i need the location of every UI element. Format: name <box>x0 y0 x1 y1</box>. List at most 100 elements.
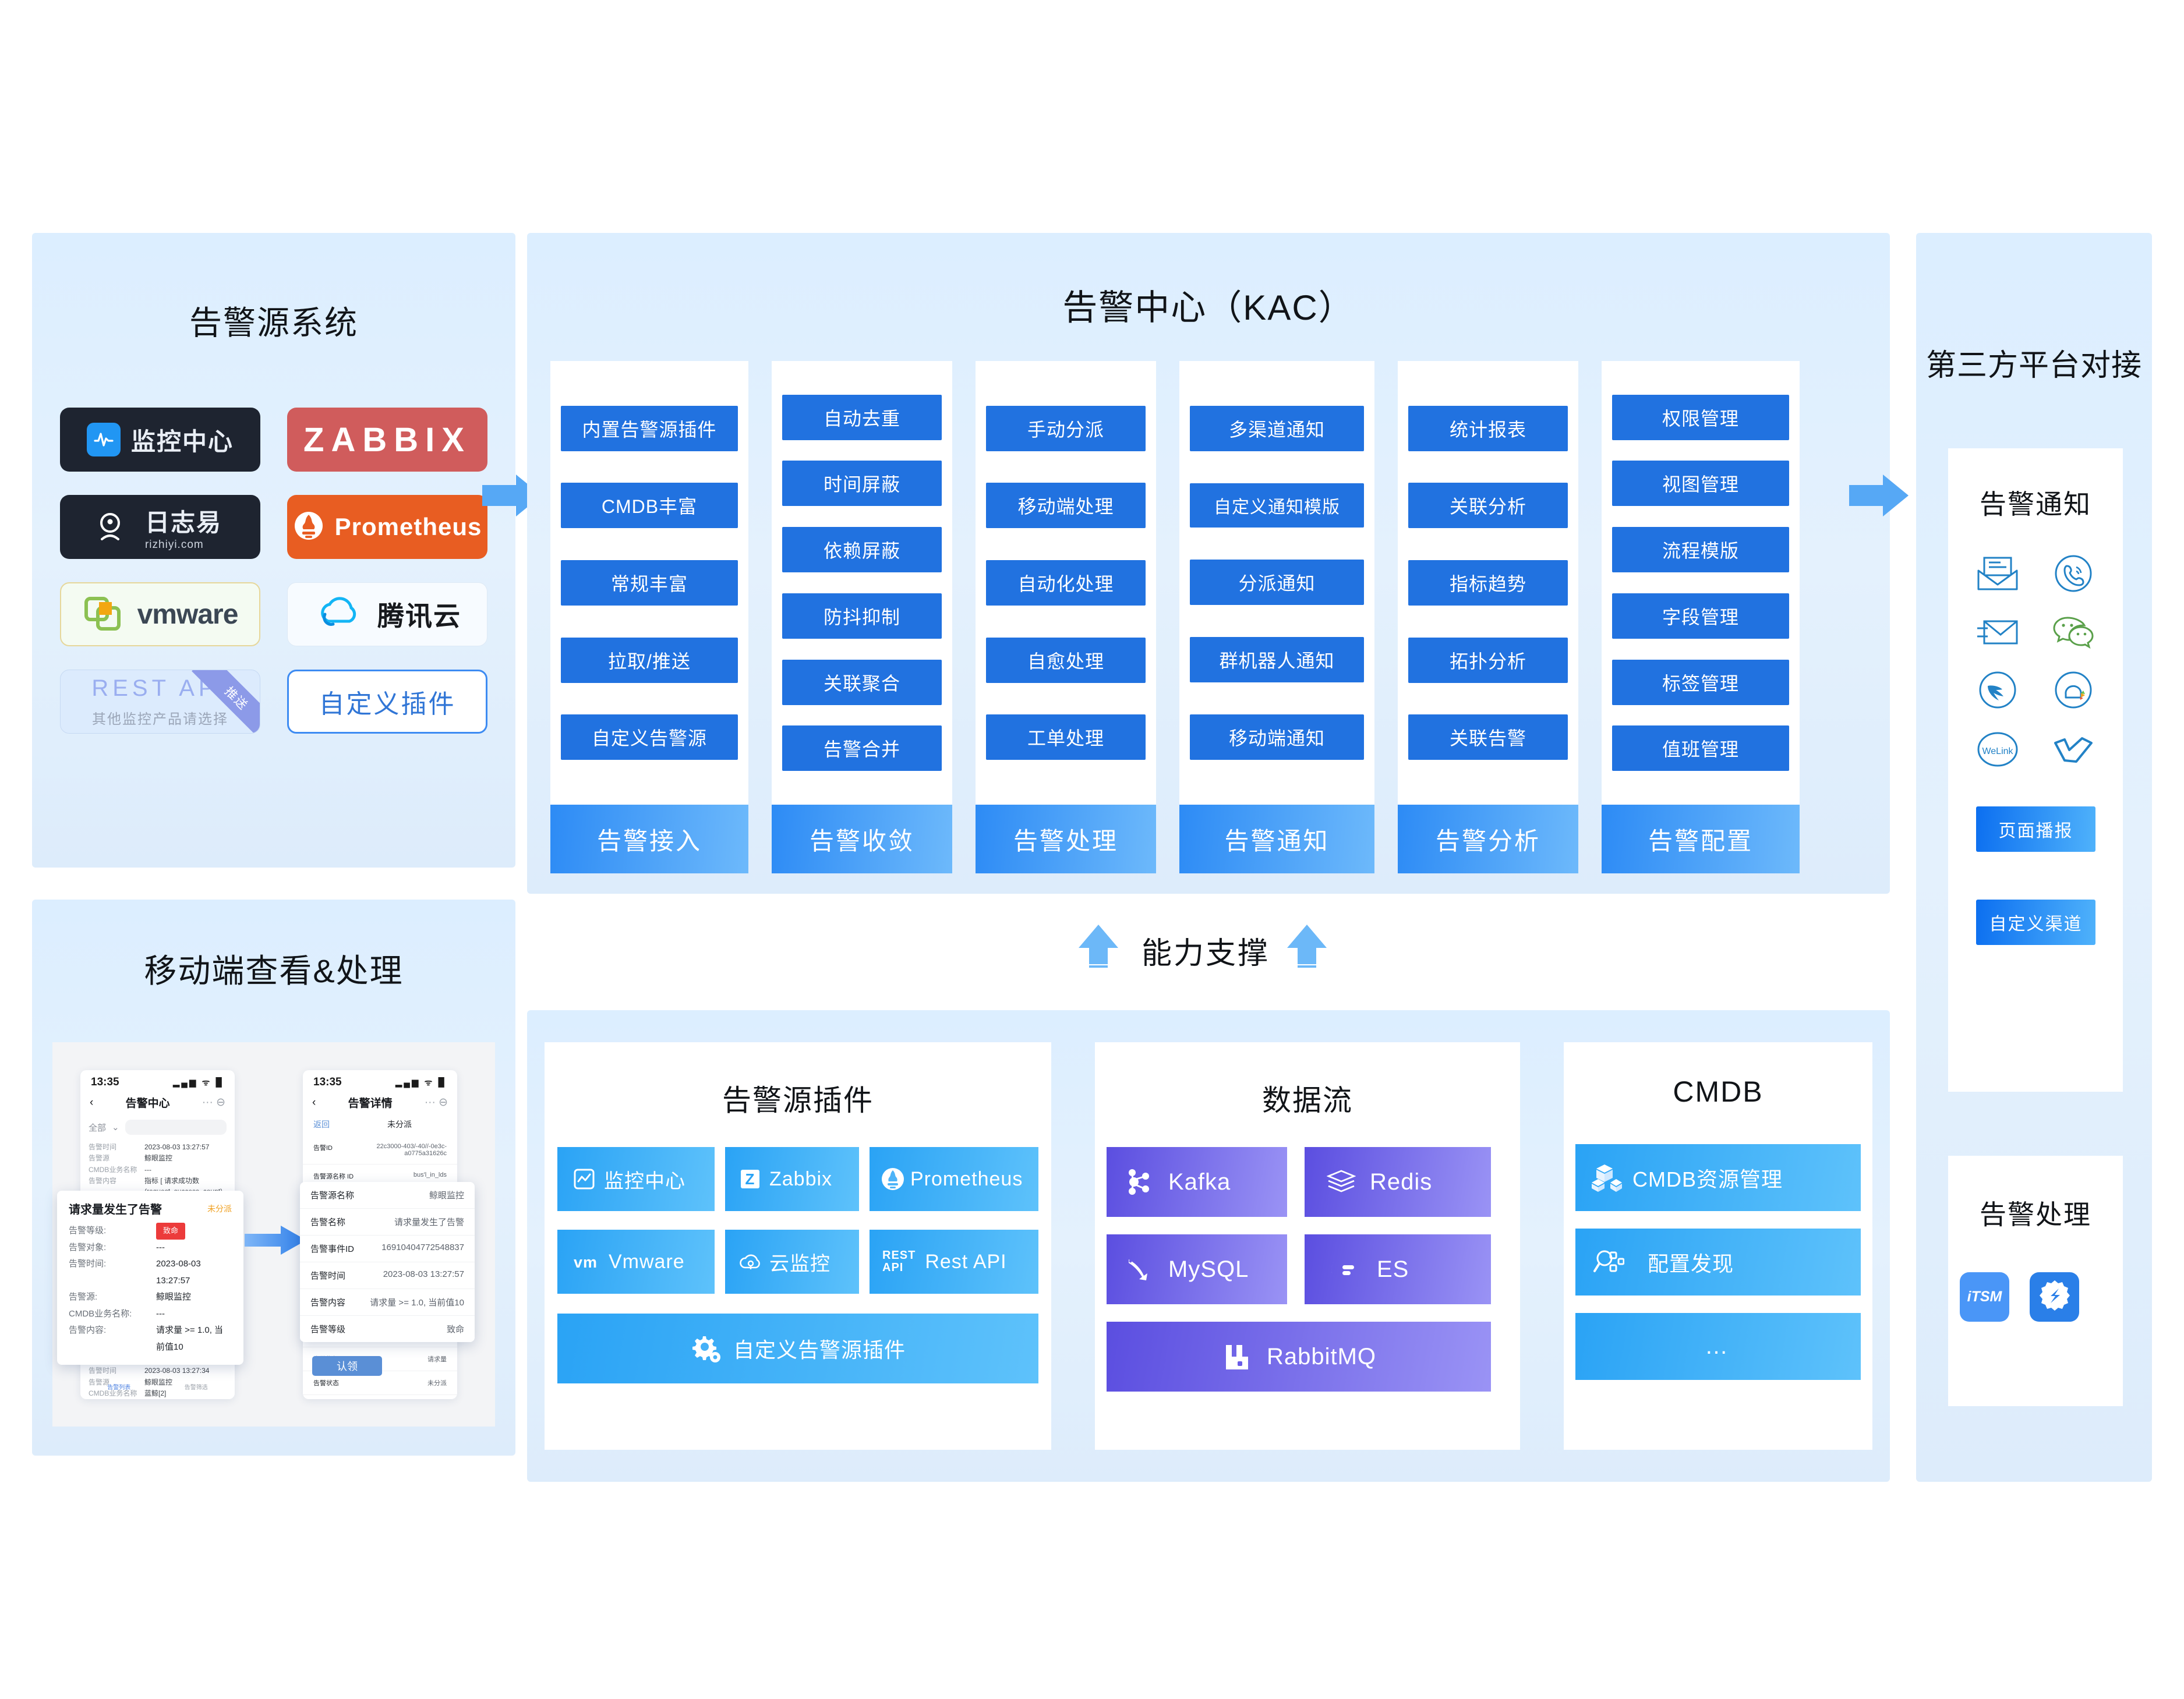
kac-chip[interactable]: 关联聚合 <box>782 659 942 705</box>
feishu-icon[interactable] <box>2052 732 2095 769</box>
list-item: 告警源 鲸眼监控 <box>80 1153 235 1164</box>
search-input[interactable] <box>125 1120 227 1135</box>
back-icon[interactable]: ‹ <box>90 1096 93 1109</box>
kac-chip[interactable]: 流程模版 <box>1612 527 1789 573</box>
kac-chip[interactable]: 关联告警 <box>1408 714 1568 760</box>
kac-chip[interactable]: 分派通知 <box>1190 560 1364 605</box>
capability-card-title: CMDB <box>1673 1075 1764 1108</box>
kac-chip[interactable]: 权限管理 <box>1612 394 1789 440</box>
kac-chip[interactable]: 多渠道通知 <box>1190 406 1364 451</box>
cap-tile-vmware[interactable]: vm Vmware <box>557 1230 715 1294</box>
more-icon[interactable]: ··· ⊖ <box>202 1096 225 1109</box>
cap-tile-rest-api[interactable]: REST API Rest API <box>870 1230 1038 1294</box>
kac-column-items: 手动分派 移动端处理 自动化处理 自愈处理 工单处理 <box>976 361 1156 805</box>
cap-tile-zabbix[interactable]: Z Zabbix <box>725 1147 859 1211</box>
source-tile-vmware[interactable]: vmware <box>60 582 260 646</box>
back-icon[interactable]: ‹ <box>312 1096 316 1109</box>
cap-tile-cloud-monitor[interactable]: 云监控 <box>725 1230 859 1294</box>
kac-chip[interactable]: 自定义告警源 <box>561 714 738 760</box>
kac-column-footer[interactable]: 告警分析 <box>1398 805 1578 873</box>
welink-icon[interactable]: WeLink <box>1976 731 2019 771</box>
itsm-tile[interactable]: iTSM <box>1960 1272 2009 1322</box>
envelope-icon[interactable] <box>1976 615 2019 651</box>
tab-alert-list[interactable]: 告警列表 <box>107 1382 130 1391</box>
phone-call-icon[interactable] <box>2053 553 2094 597</box>
source-tile-tencent-cloud[interactable]: 腾讯云 <box>287 582 487 646</box>
phone-tab-bar: 告警列表 告警筛选 <box>80 1382 235 1391</box>
kac-chip[interactable]: 内置告警源插件 <box>561 405 738 451</box>
back-label[interactable]: 返回 <box>313 1118 330 1130</box>
cloud-monitor-icon <box>738 1250 764 1273</box>
kac-chip[interactable]: 视图管理 <box>1612 461 1789 507</box>
kac-column-footer[interactable]: 告警处理 <box>976 805 1156 873</box>
source-tile-monitor-center[interactable]: 监控中心 <box>60 408 260 472</box>
cap-tile-kafka[interactable]: Kafka <box>1107 1147 1287 1217</box>
row-value: --- <box>156 1242 165 1252</box>
kac-chip[interactable]: 群机器人通知 <box>1190 637 1364 682</box>
kac-column-footer[interactable]: 告警收敛 <box>772 805 952 873</box>
svg-text:WeLink: WeLink <box>1982 746 2013 756</box>
kac-column-footer[interactable]: 告警接入 <box>550 805 748 873</box>
kac-chip[interactable]: 拓扑分析 <box>1408 637 1568 683</box>
kac-column-footer[interactable]: 告警通知 <box>1179 805 1374 873</box>
detail-row: 告警名称 请求量发生了告警 <box>300 1209 475 1236</box>
cap-tile-custom-source-plugin[interactable]: 自定义告警源插件 <box>557 1314 1038 1383</box>
kac-chip[interactable]: 自动去重 <box>782 394 942 440</box>
mobile-mock-wrapper: 13:35 ▂▄▆ ᯤ ▉ ‹ 告警中心 ··· ⊖ 全部 ⌄ 告警时间 2023… <box>52 1042 495 1427</box>
phone-filter-bar[interactable]: 全部 ⌄ <box>80 1116 235 1138</box>
ack-button[interactable]: 认领 <box>312 1356 382 1376</box>
kac-chip[interactable]: 时间屏蔽 <box>782 461 942 507</box>
dingtalk-icon[interactable] <box>1977 670 2018 713</box>
kac-chip[interactable]: 移动端通知 <box>1190 714 1364 760</box>
cap-tile-label: Rest API <box>925 1250 1007 1273</box>
cap-tile-mysql[interactable]: MySQL <box>1107 1234 1287 1304</box>
source-tile-rizhiyi[interactable]: 日志易 rizhiyi.com <box>60 495 260 559</box>
kac-chip[interactable]: 统计报表 <box>1408 405 1568 451</box>
sops-tile[interactable] <box>2030 1272 2079 1322</box>
source-tile-sublabel: rizhiyi.com <box>144 538 204 551</box>
kac-chip[interactable]: 关联分析 <box>1408 483 1568 529</box>
source-tile-rest-api[interactable]: REST API 其他监控产品请选择 推送 <box>60 670 260 734</box>
custom-channel-button[interactable]: 自定义渠道 <box>1976 900 2095 945</box>
kac-chip[interactable]: 手动分派 <box>986 405 1146 451</box>
kac-chip[interactable]: 依赖屏蔽 <box>782 527 942 573</box>
cap-tile-cmdb-resource[interactable]: CMDB资源管理 <box>1575 1144 1861 1211</box>
cap-tile-redis[interactable]: Redis <box>1305 1147 1491 1217</box>
kac-chip[interactable]: 自定义通知模版 <box>1190 483 1364 528</box>
tab-alert-filter[interactable]: 告警筛选 <box>185 1382 208 1391</box>
kac-chip[interactable]: 工单处理 <box>986 714 1146 760</box>
page-broadcast-button[interactable]: 页面播报 <box>1976 806 2095 852</box>
source-tile-prometheus[interactable]: Prometheus <box>287 495 487 559</box>
kac-chip[interactable]: 指标趋势 <box>1408 560 1568 606</box>
kac-chip[interactable]: 标签管理 <box>1612 659 1789 705</box>
kac-chip[interactable]: 值班管理 <box>1612 725 1789 771</box>
kac-chip[interactable]: 拉取/推送 <box>561 637 738 683</box>
kac-chip[interactable]: 自动化处理 <box>986 560 1146 606</box>
more-icon[interactable]: ··· ⊖ <box>425 1096 448 1109</box>
kac-chip[interactable]: 移动端处理 <box>986 483 1146 529</box>
kac-chip[interactable]: 字段管理 <box>1612 593 1789 639</box>
kac-chip[interactable]: 常规丰富 <box>561 560 738 606</box>
row-key: 告警时间 <box>310 1271 346 1281</box>
row-key: CMDB业务名称: <box>69 1308 132 1319</box>
kac-chip[interactable]: 告警合并 <box>782 725 942 771</box>
kac-column-footer[interactable]: 告警配置 <box>1602 805 1800 873</box>
qq-icon[interactable] <box>2053 670 2094 713</box>
kac-chip[interactable]: CMDB丰富 <box>561 483 738 529</box>
cap-tile-more[interactable]: … <box>1575 1313 1861 1380</box>
mail-open-icon[interactable] <box>1976 555 2019 594</box>
kac-chip[interactable]: 自愈处理 <box>986 637 1146 683</box>
cap-tile-prometheus[interactable]: Prometheus <box>870 1147 1038 1211</box>
capability-label: 能力支撑 <box>1141 937 1270 971</box>
row-value: 16910404772548837 <box>381 1243 464 1252</box>
cap-tile-rabbitmq[interactable]: RabbitMQ <box>1107 1322 1491 1392</box>
kac-chip[interactable]: 防抖抑制 <box>782 593 942 639</box>
list-item: 告警时间 2023-08-03 13:27:57 <box>80 1142 235 1153</box>
wechat-icon[interactable] <box>2052 614 2095 652</box>
cap-tile-elasticsearch[interactable]: ES <box>1305 1234 1491 1304</box>
source-tile-zabbix[interactable]: ZABBIX <box>287 408 487 472</box>
cap-tile-config-discovery[interactable]: 配置发现 <box>1575 1229 1861 1296</box>
row-value: 请求量 >= 1.0, 当前值10 <box>370 1298 464 1308</box>
cap-tile-monitor-center[interactable]: 监控中心 <box>557 1147 715 1211</box>
source-tile-custom-plugin[interactable]: 自定义插件 <box>287 670 487 734</box>
